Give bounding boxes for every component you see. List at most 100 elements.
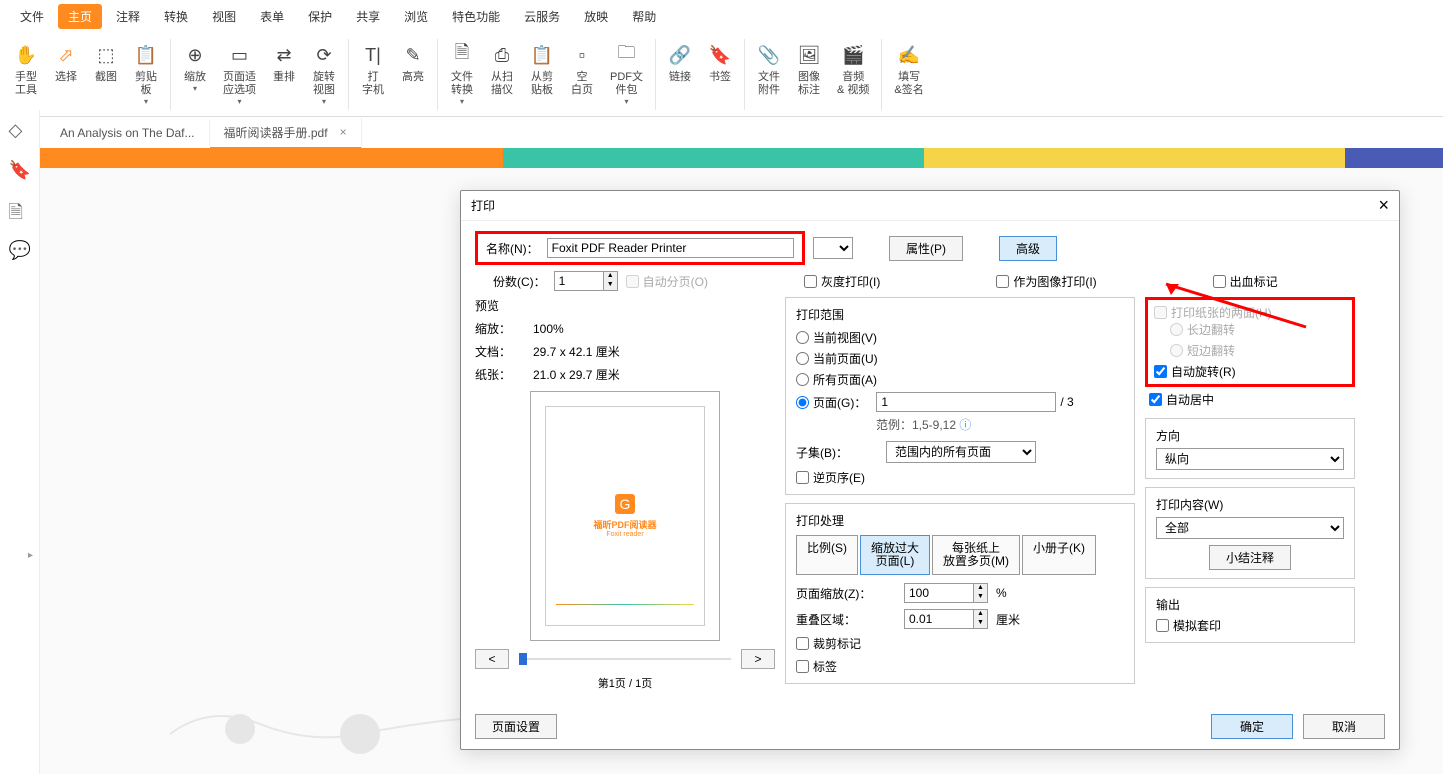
asimage-checkbox[interactable] xyxy=(996,275,1009,288)
bookmark-panel-icon[interactable]: 🔖 xyxy=(9,160,31,182)
blank-page[interactable]: ▫空 白页 xyxy=(562,39,602,101)
menu-file[interactable]: 文件 xyxy=(10,4,54,29)
reverse-checkbox[interactable] xyxy=(796,471,809,484)
menu-home[interactable]: 主页 xyxy=(58,4,102,29)
orientation-select[interactable]: 纵向 xyxy=(1156,448,1344,470)
page-info: 第1页 / 1页 xyxy=(475,675,775,691)
tags-checkbox[interactable] xyxy=(796,660,809,673)
booklet-tab[interactable]: 小册子(K) xyxy=(1022,535,1096,575)
clipboard-tool[interactable]: 📋剪贴 板▾ xyxy=(126,39,166,110)
bleed-checkbox[interactable] xyxy=(1213,275,1226,288)
copies-spinner[interactable]: ▲▼ xyxy=(554,271,618,291)
bookmark-tool[interactable]: 🔖书签 xyxy=(700,39,740,88)
dialog-title: 打印 xyxy=(471,197,495,214)
pages-panel-icon[interactable]: 🗎 xyxy=(9,200,31,222)
hand-tool[interactable]: ✋手型 工具 xyxy=(6,39,46,101)
subset-select[interactable]: 范围内的所有页面 xyxy=(886,441,1036,463)
printer-dropdown[interactable] xyxy=(813,237,853,259)
grayscale-checkbox[interactable] xyxy=(804,275,817,288)
current-view-radio[interactable] xyxy=(796,331,809,344)
zoom-tool[interactable]: ⊕缩放▾ xyxy=(175,39,215,97)
image-icon: 🖼 xyxy=(797,43,821,67)
file-attach[interactable]: 📎文件 附件 xyxy=(749,39,789,101)
cancel-button[interactable]: 取消 xyxy=(1303,714,1385,739)
clipboard-icon: 📋 xyxy=(134,43,158,67)
next-page-button[interactable]: > xyxy=(741,649,775,669)
attach-icon: 📎 xyxy=(757,43,781,67)
sign-icon: ✍ xyxy=(897,43,921,67)
prev-page-button[interactable]: < xyxy=(475,649,509,669)
fill-sign[interactable]: ✍填写 &签名 xyxy=(886,39,931,101)
menu-share[interactable]: 共享 xyxy=(346,4,390,29)
menu-play[interactable]: 放映 xyxy=(574,4,618,29)
page-slider[interactable] xyxy=(519,658,731,660)
menu-cloud[interactable]: 云服务 xyxy=(514,4,570,29)
select-tool[interactable]: ⬀选择 xyxy=(46,39,86,88)
menu-view[interactable]: 视图 xyxy=(202,4,246,29)
tab-doc2[interactable]: 福昕阅读器手册.pdf× xyxy=(210,118,362,149)
cropmarks-checkbox[interactable] xyxy=(796,637,809,650)
properties-button[interactable]: 属性(P) xyxy=(889,236,963,261)
close-icon[interactable]: × xyxy=(340,125,347,139)
menu-convert[interactable]: 转换 xyxy=(154,4,198,29)
zoom-spinner[interactable] xyxy=(904,583,974,603)
pages-input[interactable] xyxy=(876,392,1056,412)
from-clipboard[interactable]: 📋从剪 贴板 xyxy=(522,39,562,101)
tab-doc1[interactable]: An Analysis on The Daf... xyxy=(46,120,210,146)
print-range-group: 打印范围 当前视图(V) 当前页面(U) 所有页面(A) 页面(G)： / 3 … xyxy=(785,297,1135,495)
menu-browse[interactable]: 浏览 xyxy=(394,4,438,29)
menu-help[interactable]: 帮助 xyxy=(622,4,666,29)
long-edge-radio xyxy=(1170,323,1183,336)
reflow-tool[interactable]: ⇄重排 xyxy=(264,39,304,88)
camera-icon: ⬚ xyxy=(94,43,118,67)
printer-name-label: 名称(N)： xyxy=(486,240,539,257)
multi-tab[interactable]: 每张纸上 放置多页(M) xyxy=(932,535,1020,575)
info-icon[interactable]: ⓘ xyxy=(959,418,971,432)
cursor-icon: ⬀ xyxy=(54,43,78,67)
ok-button[interactable]: 确定 xyxy=(1211,714,1293,739)
bookmark-icon: 🔖 xyxy=(708,43,732,67)
all-pages-radio[interactable] xyxy=(796,373,809,386)
from-scanner[interactable]: ⎙从扫 描仪 xyxy=(482,39,522,101)
pages-radio[interactable] xyxy=(796,396,809,409)
scale-tab[interactable]: 比例(S) xyxy=(796,535,858,575)
advanced-button[interactable]: 高级 xyxy=(999,236,1057,261)
current-page-radio[interactable] xyxy=(796,352,809,365)
fit-tool[interactable]: ▭页面适 应选项▾ xyxy=(215,39,264,110)
link-icon: 🔗 xyxy=(668,43,692,67)
highlight-tool[interactable]: ✎高亮 xyxy=(393,39,433,88)
overlap-spinner[interactable] xyxy=(904,609,974,629)
fit-tab[interactable]: 缩放过大 页面(L) xyxy=(860,535,930,575)
output-group: 输出 模拟套印 xyxy=(1145,587,1355,643)
dialog-close-icon[interactable]: × xyxy=(1378,195,1389,216)
copies-label: 份数(C)： xyxy=(493,273,546,290)
menu-form[interactable]: 表单 xyxy=(250,4,294,29)
menu-special[interactable]: 特色功能 xyxy=(442,4,510,29)
auto-rotate-checkbox[interactable] xyxy=(1154,365,1167,378)
color-bar xyxy=(40,148,1443,168)
simulate-checkbox[interactable] xyxy=(1156,619,1169,632)
auto-center-checkbox[interactable] xyxy=(1149,393,1162,406)
orientation-group: 方向 纵向 xyxy=(1145,418,1355,479)
menu-protect[interactable]: 保护 xyxy=(298,4,342,29)
rotate-tool[interactable]: ⟳旋转 视图▾ xyxy=(304,39,344,110)
snapshot-tool[interactable]: ⬚截图 xyxy=(86,39,126,88)
comments-panel-icon[interactable]: 💬 xyxy=(9,240,31,262)
menu-comment[interactable]: 注释 xyxy=(106,4,150,29)
audio-video[interactable]: 🎬音频 & 视频 xyxy=(829,39,877,101)
typewriter-tool[interactable]: T|打 字机 xyxy=(353,39,393,101)
file-convert[interactable]: 🗎文件 转换▾ xyxy=(442,39,482,110)
expand-icon[interactable]: ▸ xyxy=(28,550,40,574)
highlight-icon: ✎ xyxy=(401,43,425,67)
page-setup-button[interactable]: 页面设置 xyxy=(475,714,557,739)
pdf-package[interactable]: 🗀PDF文 件包▾ xyxy=(602,39,651,110)
tag-icon[interactable]: ◇ xyxy=(9,120,31,142)
printer-name-input[interactable] xyxy=(547,238,794,258)
notes-button[interactable]: 小结注释 xyxy=(1209,545,1291,570)
preview-thumbnail: G 福昕PDF阅读器 Foxit reader xyxy=(530,391,720,641)
image-annotation[interactable]: 🖼图像 标注 xyxy=(789,39,829,101)
rotate-icon: ⟳ xyxy=(312,43,336,67)
link-tool[interactable]: 🔗链接 xyxy=(660,39,700,88)
short-edge-radio xyxy=(1170,344,1183,357)
content-select[interactable]: 全部 xyxy=(1156,517,1344,539)
